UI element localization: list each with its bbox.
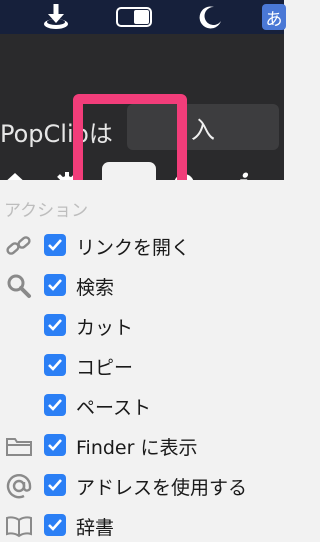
list-item-label: リンクを開く (76, 237, 191, 259)
list-item-label: ペースト (76, 397, 152, 419)
checkbox[interactable] (44, 514, 66, 536)
folder-icon (4, 432, 34, 460)
list-item-label: 検索 (76, 277, 115, 299)
action-list: アクション リンクを開く 検索 カット コピー ペースト Finder に表示 … (0, 180, 284, 539)
list-item: コピー (0, 348, 284, 382)
list-item: ペースト (0, 388, 284, 422)
menu-bar: あ (0, 0, 286, 34)
checkbox[interactable] (44, 354, 66, 376)
book-icon (4, 512, 34, 540)
link-icon (4, 232, 34, 260)
checkbox[interactable] (44, 314, 66, 336)
section-label: アクション (4, 201, 89, 221)
list-item: 辞書 (0, 508, 284, 542)
list-item: 検索 (0, 268, 284, 302)
input-method-menu[interactable]: あ (262, 0, 286, 34)
checkbox[interactable] (44, 234, 66, 256)
display-toggle-icon[interactable] (112, 0, 156, 34)
list-item-label: コピー (76, 357, 134, 379)
checkbox[interactable] (44, 274, 66, 296)
checkbox[interactable] (44, 474, 66, 496)
list-item-label: 辞書 (76, 517, 115, 539)
at-sign-icon (4, 472, 34, 500)
list-item: Finder に表示 (0, 428, 284, 462)
list-item-label: カット (76, 317, 134, 339)
checkbox[interactable] (44, 434, 66, 456)
list-item-label: Finder に表示 (76, 437, 198, 459)
input-mode-badge: あ (262, 4, 286, 30)
checkbox[interactable] (44, 394, 66, 416)
list-item: カット (0, 308, 284, 342)
magnifier-icon (4, 272, 34, 300)
list-item-label: アドレスを使用する (76, 477, 248, 499)
download-icon[interactable] (36, 0, 76, 34)
moon-icon[interactable] (190, 0, 230, 34)
list-item: アドレスを使用する (0, 468, 284, 502)
list-item: リンクを開く (0, 228, 284, 262)
